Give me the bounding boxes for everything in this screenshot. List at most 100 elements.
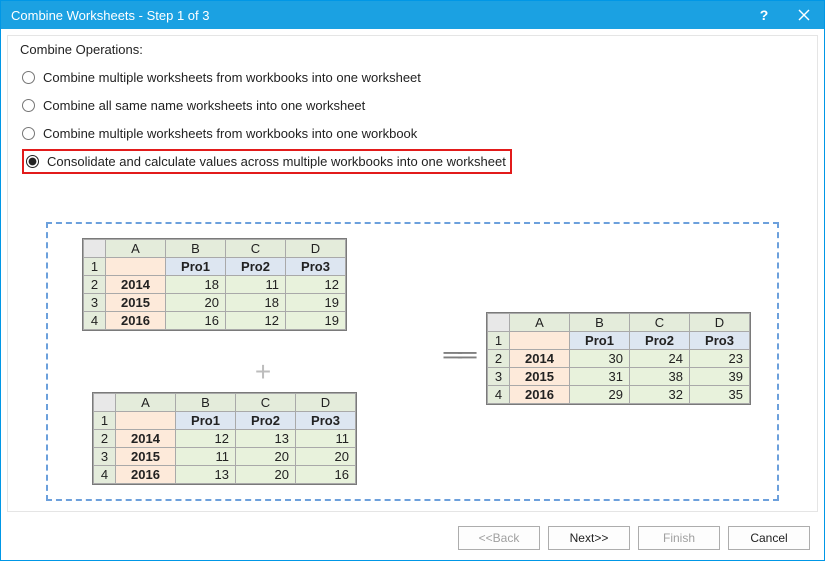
equals-icon: ══ <box>438 339 478 370</box>
option-row-3[interactable]: Combine multiple worksheets from workboo… <box>22 120 805 146</box>
radio-combine-worksheets-one-sheet[interactable] <box>22 71 35 84</box>
selected-highlight-box: Consolidate and calculate values across … <box>22 149 512 174</box>
column-header: Pro2 <box>236 412 296 430</box>
data-cell: 19 <box>286 294 346 312</box>
preview-panel: ABCD1Pro1Pro2Pro322014181112320152018194… <box>46 222 779 501</box>
row-number: 3 <box>488 368 510 386</box>
col-letter: C <box>236 394 296 412</box>
data-cell: 19 <box>286 312 346 330</box>
data-cell: 31 <box>570 368 630 386</box>
radio-combine-same-name[interactable] <box>22 99 35 112</box>
row-number: 1 <box>94 412 116 430</box>
row-label: 2014 <box>106 276 166 294</box>
table-corner <box>94 394 116 412</box>
radio-combine-into-workbook[interactable] <box>22 127 35 140</box>
option-row-4[interactable]: Consolidate and calculate values across … <box>22 148 805 174</box>
data-cell: 24 <box>630 350 690 368</box>
row-number: 4 <box>84 312 106 330</box>
option-label-2[interactable]: Combine all same name worksheets into on… <box>43 98 365 113</box>
row-label: 2015 <box>510 368 570 386</box>
plus-icon: + <box>248 356 278 388</box>
blank-header <box>116 412 176 430</box>
data-cell: 20 <box>236 466 296 484</box>
finish-button[interactable]: Finish <box>638 526 720 550</box>
row-number: 2 <box>488 350 510 368</box>
option-label-1[interactable]: Combine multiple worksheets from workboo… <box>43 70 421 85</box>
back-button[interactable]: <<Back <box>458 526 540 550</box>
option-row-1[interactable]: Combine multiple worksheets from workboo… <box>22 64 805 90</box>
data-cell: 23 <box>690 350 750 368</box>
row-label: 2016 <box>510 386 570 404</box>
window-title: Combine Worksheets - Step 1 of 3 <box>11 8 744 23</box>
data-cell: 18 <box>166 276 226 294</box>
close-button[interactable] <box>784 1 824 29</box>
data-cell: 11 <box>296 430 356 448</box>
data-cell: 30 <box>570 350 630 368</box>
row-number: 1 <box>488 332 510 350</box>
row-number: 4 <box>488 386 510 404</box>
row-number: 3 <box>94 448 116 466</box>
row-number: 3 <box>84 294 106 312</box>
column-header: Pro3 <box>296 412 356 430</box>
data-cell: 18 <box>226 294 286 312</box>
wizard-footer: <<Back Next>> Finish Cancel <box>1 516 824 560</box>
data-cell: 39 <box>690 368 750 386</box>
col-letter: A <box>106 240 166 258</box>
data-cell: 38 <box>630 368 690 386</box>
row-label: 2015 <box>116 448 176 466</box>
data-cell: 13 <box>236 430 296 448</box>
col-letter: A <box>510 314 570 332</box>
col-letter: D <box>296 394 356 412</box>
data-cell: 29 <box>570 386 630 404</box>
row-number: 1 <box>84 258 106 276</box>
row-label: 2015 <box>106 294 166 312</box>
data-cell: 11 <box>226 276 286 294</box>
column-header: Pro3 <box>690 332 750 350</box>
row-label: 2014 <box>116 430 176 448</box>
column-header: Pro2 <box>630 332 690 350</box>
data-cell: 11 <box>176 448 236 466</box>
col-letter: D <box>286 240 346 258</box>
data-cell: 35 <box>690 386 750 404</box>
option-row-2[interactable]: Combine all same name worksheets into on… <box>22 92 805 118</box>
blank-header <box>510 332 570 350</box>
help-button[interactable]: ? <box>744 1 784 29</box>
col-letter: B <box>166 240 226 258</box>
radio-consolidate-calculate[interactable] <box>26 155 39 168</box>
cancel-button[interactable]: Cancel <box>728 526 810 550</box>
column-header: Pro3 <box>286 258 346 276</box>
preview-table-input2: ABCD1Pro1Pro2Pro322014121311320151120204… <box>92 392 357 485</box>
data-cell: 20 <box>166 294 226 312</box>
data-cell: 16 <box>166 312 226 330</box>
table-corner <box>488 314 510 332</box>
col-letter: D <box>690 314 750 332</box>
data-cell: 12 <box>286 276 346 294</box>
titlebar: Combine Worksheets - Step 1 of 3 ? <box>1 1 824 29</box>
row-label: 2016 <box>106 312 166 330</box>
data-cell: 32 <box>630 386 690 404</box>
section-label: Combine Operations: <box>18 42 145 57</box>
content-area: Combine Operations: Combine multiple wor… <box>7 35 818 512</box>
col-letter: C <box>630 314 690 332</box>
column-header: Pro1 <box>570 332 630 350</box>
column-header: Pro1 <box>166 258 226 276</box>
data-cell: 13 <box>176 466 236 484</box>
close-icon <box>798 9 810 21</box>
preview-table-input1: ABCD1Pro1Pro2Pro322014181112320152018194… <box>82 238 347 331</box>
col-letter: C <box>226 240 286 258</box>
row-number: 2 <box>84 276 106 294</box>
col-letter: A <box>116 394 176 412</box>
row-number: 2 <box>94 430 116 448</box>
option-label-3[interactable]: Combine multiple worksheets from workboo… <box>43 126 417 141</box>
option-label-4[interactable]: Consolidate and calculate values across … <box>47 154 506 169</box>
next-button[interactable]: Next>> <box>548 526 630 550</box>
data-cell: 20 <box>236 448 296 466</box>
column-header: Pro1 <box>176 412 236 430</box>
data-cell: 20 <box>296 448 356 466</box>
blank-header <box>106 258 166 276</box>
data-cell: 12 <box>226 312 286 330</box>
table-corner <box>84 240 106 258</box>
options-group: Combine multiple worksheets from workboo… <box>8 36 817 184</box>
row-label: 2016 <box>116 466 176 484</box>
col-letter: B <box>176 394 236 412</box>
